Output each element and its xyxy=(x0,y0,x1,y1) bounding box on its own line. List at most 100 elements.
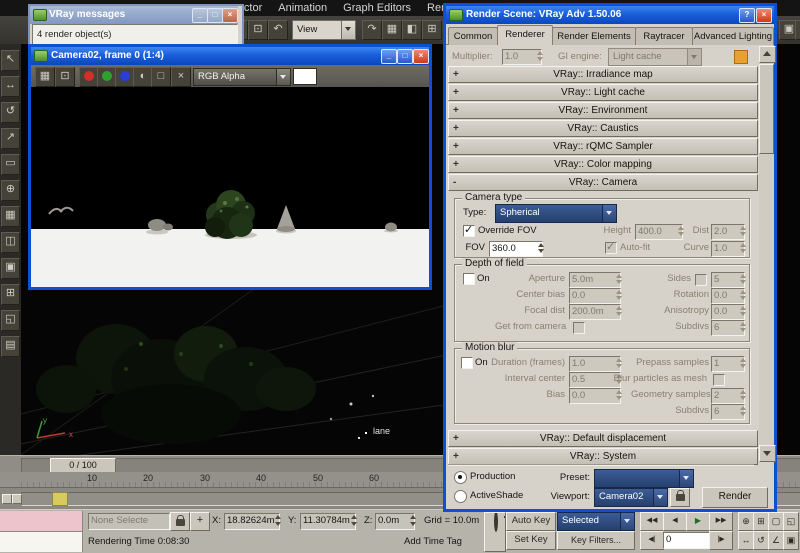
previous-key-button[interactable]: ◀| xyxy=(640,531,664,550)
track-bar-filter-button[interactable] xyxy=(12,494,22,504)
toolbar-region-button[interactable]: ▭ xyxy=(1,154,20,175)
camera-type-dropdown[interactable]: Spherical xyxy=(495,204,617,223)
toolbar-render-button[interactable]: ▣ xyxy=(1,258,20,279)
tab-renderer[interactable]: Renderer xyxy=(497,25,553,45)
scrollbar-thumb[interactable] xyxy=(759,64,774,154)
next-key-button[interactable]: |▶ xyxy=(709,531,733,550)
rollout-system[interactable]: + VRay:: System xyxy=(448,448,758,465)
tab-raytracer[interactable]: Raytracer xyxy=(635,27,693,45)
key-filter-dropdown[interactable]: Selected xyxy=(557,512,635,531)
dof-subdivs-spinner[interactable] xyxy=(739,320,748,334)
rollout-color-mapping[interactable]: + VRay:: Color mapping xyxy=(448,156,758,173)
scroll-down-button[interactable] xyxy=(759,445,776,462)
rollout-light-cache[interactable]: + VRay:: Light cache xyxy=(448,84,758,101)
rollout-rqmc-sampler[interactable]: + VRay:: rQMC Sampler xyxy=(448,138,758,155)
minimize-button[interactable]: _ xyxy=(192,8,208,23)
quick-render-button[interactable]: ◉ xyxy=(795,20,800,40)
go-to-start-button[interactable]: ◀◀ xyxy=(640,512,664,531)
set-key-button[interactable]: Set Key xyxy=(506,531,556,550)
maximize-button[interactable]: □ xyxy=(207,8,223,23)
tab-advanced-lighting[interactable]: Advanced Lighting xyxy=(692,27,774,45)
help-button[interactable]: ? xyxy=(739,8,755,23)
selection-lock-button[interactable] xyxy=(170,512,190,531)
undo-button[interactable]: ↶ xyxy=(268,20,288,40)
select-region-button[interactable]: ⊡ xyxy=(248,20,268,40)
current-frame-field[interactable]: 0 xyxy=(663,532,713,549)
play-animation-button[interactable]: ▶ xyxy=(686,512,710,531)
rendered-image[interactable] xyxy=(31,87,429,287)
close-button[interactable]: × xyxy=(222,8,238,23)
prepass-spinner[interactable] xyxy=(739,356,748,370)
time-slider-handle[interactable]: 0 / 100 xyxy=(50,458,116,473)
fov-field[interactable]: 360.0 xyxy=(489,241,543,257)
aperture-spinner[interactable] xyxy=(615,272,624,286)
geometry-samples-spinner[interactable] xyxy=(739,388,748,402)
curve-spinner[interactable] xyxy=(739,241,748,255)
fov-spinner[interactable] xyxy=(537,241,546,255)
anisotropy-spinner[interactable] xyxy=(739,304,748,318)
field-of-view-button[interactable]: ∠ xyxy=(768,531,784,550)
viewport-dropdown[interactable]: Camera02 xyxy=(594,488,668,507)
maxscript-listener-pink[interactable] xyxy=(0,511,83,532)
rollout-camera[interactable]: - VRay:: Camera xyxy=(448,174,758,191)
previous-frame-button[interactable]: ◀ xyxy=(663,512,687,531)
rollout-default-displacement[interactable]: + VRay:: Default displacement xyxy=(448,430,758,447)
toolbar-rotate-button[interactable]: ↺ xyxy=(1,102,20,123)
mb-on-checkbox[interactable] xyxy=(461,357,473,369)
toolbar-grid-button[interactable]: ⊞ xyxy=(1,284,20,305)
bias-field[interactable]: 0.0 xyxy=(569,388,621,404)
menu-animation[interactable]: Animation xyxy=(278,0,327,16)
z-spinner[interactable] xyxy=(409,513,418,528)
auto-fit-checkbox[interactable] xyxy=(605,240,617,254)
dialog-scrollbar[interactable] xyxy=(759,46,776,462)
rollout-caustics[interactable]: + VRay:: Caustics xyxy=(448,120,758,137)
sides-checkbox[interactable] xyxy=(695,274,707,286)
toolbar-move-button[interactable]: ↔ xyxy=(1,76,20,97)
mini-listener-toggle[interactable] xyxy=(2,494,12,504)
toolbar-display-button[interactable]: ▤ xyxy=(1,336,20,357)
production-radio[interactable] xyxy=(454,471,467,484)
tab-render-elements[interactable]: Render Elements xyxy=(552,27,636,45)
toolbar-mirror-button[interactable]: ◱ xyxy=(1,310,20,331)
y-spinner[interactable] xyxy=(350,513,359,528)
blur-particles-checkbox[interactable] xyxy=(713,374,725,386)
add-time-tag[interactable]: Add Time Tag xyxy=(404,535,462,549)
background-color-swatch[interactable] xyxy=(293,68,317,85)
render-button[interactable]: Render xyxy=(702,487,768,508)
scroll-up-button[interactable] xyxy=(759,46,776,63)
duration-field[interactable]: 1.0 xyxy=(569,356,621,372)
preset-dropdown[interactable] xyxy=(594,469,694,488)
auto-key-button[interactable]: Auto Key xyxy=(506,512,556,531)
reference-coordsys-dropdown[interactable]: View xyxy=(292,20,356,40)
mb-subdivs-spinner[interactable] xyxy=(739,404,748,418)
x-coordinate-field[interactable]: 18.82624m xyxy=(224,513,280,530)
mirror-button[interactable]: ▦ xyxy=(382,20,402,40)
transform-typein-button[interactable]: + xyxy=(190,512,210,531)
focal-dist-spinner[interactable] xyxy=(615,304,624,318)
alpha-channel-button[interactable]: ◐ xyxy=(133,67,153,87)
bias-spinner[interactable] xyxy=(615,388,624,402)
layer-button[interactable]: ⊞ xyxy=(422,20,442,40)
close-button[interactable]: × xyxy=(756,8,772,23)
camera02-titlebar[interactable]: Camera02, frame 0 (1:4) _ □ × xyxy=(31,47,429,65)
tab-common[interactable]: Common xyxy=(448,27,498,45)
key-filters-button[interactable]: Key Filters... xyxy=(557,531,635,550)
override-fov-checkbox[interactable] xyxy=(463,223,475,237)
save-image-button[interactable]: ▦ xyxy=(35,67,55,87)
zoom-region-button[interactable]: ◱ xyxy=(783,512,799,531)
height-field[interactable]: 400.0 xyxy=(635,224,683,240)
maximize-viewport-button[interactable]: ▣ xyxy=(783,531,799,550)
activeshade-radio[interactable] xyxy=(454,490,467,503)
channel-display-dropdown[interactable]: RGB Alpha xyxy=(193,68,291,86)
x-spinner[interactable] xyxy=(274,513,283,528)
duration-spinner[interactable] xyxy=(615,356,624,370)
close-button[interactable]: × xyxy=(413,49,429,64)
toolbar-snap-button[interactable]: ⊕ xyxy=(1,180,20,201)
pan-button[interactable]: ↔ xyxy=(738,531,754,550)
multiplier-spinner[interactable] xyxy=(536,49,545,63)
set-keys-button[interactable] xyxy=(484,512,506,552)
zoom-all-button[interactable]: ⊞ xyxy=(753,512,769,531)
dof-on-checkbox[interactable] xyxy=(463,273,475,285)
sides-spinner[interactable] xyxy=(739,272,748,286)
zoom-extents-button[interactable]: ▢ xyxy=(768,512,784,531)
